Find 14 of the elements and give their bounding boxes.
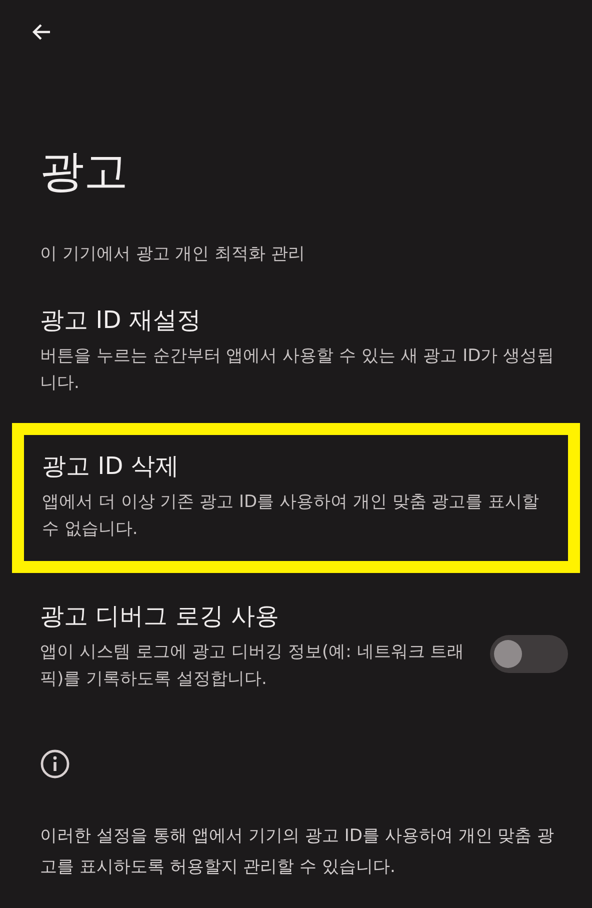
- setting-description: 앱에서 더 이상 기존 광고 ID를 사용하여 개인 맞춤 광고를 표시할 수 없습니다.: [42, 491, 540, 541]
- page-title: 광고: [40, 145, 129, 199]
- page-subtitle: 이 기기에서 광고 개인 최적화 관리: [40, 243, 306, 265]
- setting-description: 앱이 시스템 로그에 광고 디버깅 정보(예: 네트워크 트래픽)를 기록하도록 설정합니다.: [40, 641, 466, 691]
- setting-item[interactable]: 광고 디버그 로깅 사용 앱이 시스템 로그에 광고 디버깅 정보(예: 네트워크 트래픽)를 기록하도록 설정합니다.: [0, 599, 592, 693]
- setting-description: 버튼을 누르는 순간부터 앱에서 사용할 수 있는 새 광고 ID가 생성됩니다.: [40, 345, 556, 395]
- highlighted-setting-item[interactable]: 광고 ID 삭제 앱에서 더 이상 기존 광고 ID를 사용하여 개인 맞춤 광고를 표시할 수 없습니다.: [12, 423, 580, 573]
- info-icon: [40, 749, 70, 779]
- setting-title: 광고 ID 재설정: [40, 305, 202, 336]
- setting-title: 광고 디버그 로깅 사용: [40, 601, 280, 632]
- footer-note: 이러한 설정을 통해 앱에서 기기의 광고 ID를 사용하여 개인 맞춤 광고를 표시하도록 허용할지 관리할 수 있습니다.: [40, 825, 556, 879]
- setting-title: 광고 ID 삭제: [42, 451, 180, 482]
- toggle-switch[interactable]: [490, 635, 568, 673]
- setting-item[interactable]: 광고 ID 재설정 버튼을 누르는 순간부터 앱에서 사용할 수 있는 새 광고 ID가 생성됩니다.: [0, 303, 592, 397]
